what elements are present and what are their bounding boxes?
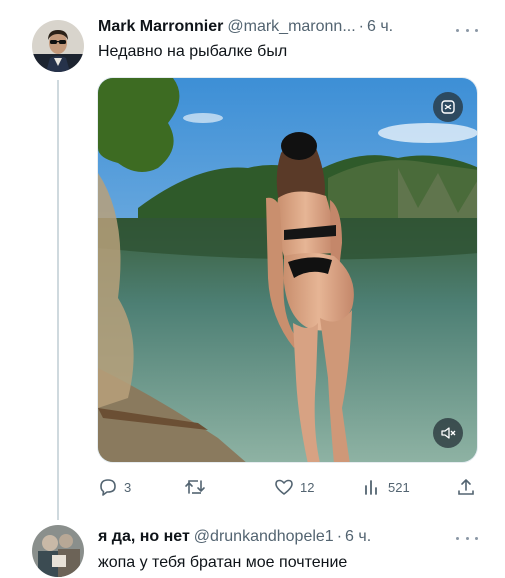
reply-button[interactable]: 3 (98, 476, 131, 498)
timeline: Mark Marronnier @mark_maronn... · 6 ч. Н… (0, 0, 505, 578)
share-icon (458, 479, 474, 495)
tweet-header: я да, но нет @drunkandhopele1 · 6 ч. (98, 527, 371, 547)
display-name[interactable]: я да, но нет (98, 527, 190, 547)
muted-speaker-icon[interactable] (433, 418, 463, 448)
retweet-icon (185, 480, 205, 494)
heart-icon (275, 479, 293, 495)
avatar[interactable] (32, 20, 84, 72)
view-count: 521 (388, 479, 410, 495)
timestamp[interactable]: 6 ч. (367, 17, 393, 37)
gif-badge-icon[interactable] (433, 92, 463, 122)
media-photo (98, 78, 477, 462)
views-chart-icon (365, 480, 377, 495)
reply-count: 3 (124, 479, 132, 495)
tweet-actions: 3 12 521 (98, 476, 478, 498)
separator: · (358, 18, 364, 35)
thread-connector-line (57, 80, 59, 520)
more-options-icon[interactable] (456, 25, 478, 35)
tweet-text: жопа у тебя братан мое почтение (98, 554, 348, 571)
display-name[interactable]: Mark Marronnier (98, 17, 223, 37)
tweet-media[interactable] (97, 77, 478, 463)
user-handle[interactable]: @mark_maronn... (227, 17, 355, 37)
more-options-icon[interactable] (456, 533, 478, 543)
user-handle[interactable]: @drunkandhopele1 (194, 527, 334, 547)
separator: · (336, 528, 343, 545)
views-button[interactable]: 521 (362, 476, 410, 498)
like-count: 12 (300, 479, 315, 495)
tweet-header: Mark Marronnier @mark_maronn... · 6 ч. (98, 17, 393, 37)
like-button[interactable]: 12 (274, 476, 314, 498)
avatar[interactable] (32, 525, 84, 577)
timestamp[interactable]: 6 ч. (345, 527, 371, 547)
tweet-text: Недавно на рыбалке был (98, 43, 288, 60)
retweet-button[interactable] (184, 476, 212, 498)
reply-icon (100, 479, 116, 496)
share-button[interactable] (456, 476, 476, 498)
